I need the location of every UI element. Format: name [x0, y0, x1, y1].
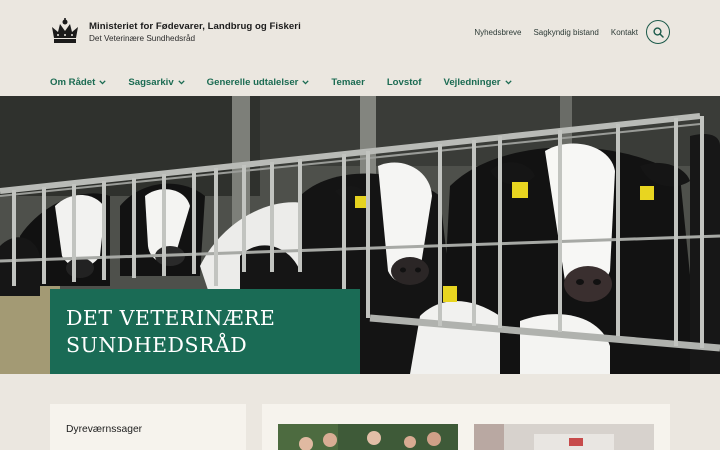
nav-item-label: Lovstof — [386, 77, 422, 88]
chevron-down-icon — [178, 80, 185, 85]
ministry-name: Ministeriet for Fødevarer, Landbrug og F… — [89, 21, 301, 32]
hero-title-box: DET VETERINÆRE SUNDHEDSRÅD — [50, 289, 360, 374]
top-link-sagkyndig-bistand[interactable]: Sagkyndig bistand — [533, 28, 598, 37]
nav-item-label: Om Rådet — [50, 77, 96, 88]
content-cards: Dyreværnssager — [0, 374, 720, 450]
news-cards — [262, 404, 670, 450]
logo-text: Ministeriet for Fødevarer, Landbrug og F… — [89, 21, 301, 43]
lab-photo-image — [474, 424, 654, 450]
search-icon — [652, 26, 664, 38]
nav-item-label: Generelle udtalelser — [206, 77, 299, 88]
chevron-down-icon — [504, 80, 512, 85]
chevron-down-icon — [99, 80, 106, 85]
search-button[interactable] — [646, 20, 670, 44]
hero-title: DET VETERINÆRE SUNDHEDSRÅD — [66, 306, 276, 357]
nav-item-label: Sagsarkiv — [128, 77, 174, 88]
nav-item-temaer[interactable]: Temaer — [331, 77, 364, 88]
news-thumbnail-people[interactable] — [278, 424, 458, 450]
nav-item-om-raadet[interactable]: Om Rådet — [50, 77, 106, 88]
crown-icon — [52, 18, 78, 43]
news-thumbnail-lab[interactable] — [474, 424, 654, 450]
top-link-kontakt[interactable]: Kontakt — [611, 28, 638, 37]
card-dyrevaernssager[interactable]: Dyreværnssager — [50, 404, 246, 450]
card-title: Dyreværnssager — [66, 424, 143, 435]
hero-banner: DET VETERINÆRE SUNDHEDSRÅD — [0, 96, 720, 374]
chevron-down-icon — [302, 80, 310, 85]
nav-item-lovstof[interactable]: Lovstof — [387, 77, 422, 88]
top-links: Nyhedsbreve Sagkyndig bistand Kontakt — [474, 28, 638, 37]
nav-item-sagsarkiv[interactable]: Sagsarkiv — [128, 77, 185, 88]
council-name: Det Veterinære Sundhedsråd — [89, 34, 196, 43]
nav-item-generelle-udtalelser[interactable]: Generelle udtalelser — [207, 77, 310, 88]
site-header: Ministeriet for Fødevarer, Landbrug og F… — [0, 0, 720, 96]
group-photo-image — [278, 424, 458, 450]
site-logo[interactable]: Ministeriet for Fødevarer, Landbrug og F… — [50, 18, 301, 46]
nav-item-label: Temaer — [331, 77, 365, 88]
main-nav: Om Rådet Sagsarkiv Generelle udtalelser … — [50, 77, 534, 88]
top-link-nyhedsbreve[interactable]: Nyhedsbreve — [474, 28, 521, 37]
nav-item-label: Vejledninger — [443, 77, 501, 88]
nav-item-vejledninger[interactable]: Vejledninger — [443, 77, 512, 88]
